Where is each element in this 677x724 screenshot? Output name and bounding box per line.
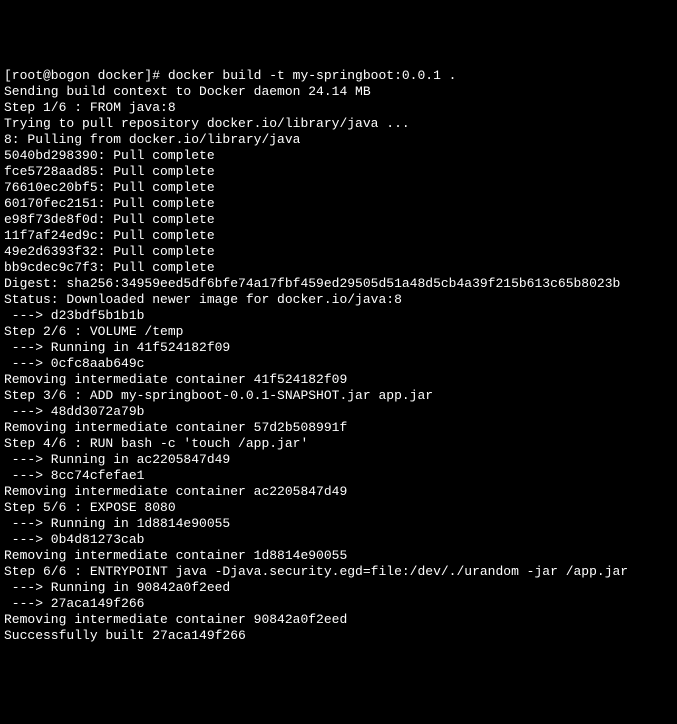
terminal-line: Removing intermediate container 1d8814e9… — [4, 548, 673, 564]
terminal-line: 8: Pulling from docker.io/library/java — [4, 132, 673, 148]
terminal-line: Trying to pull repository docker.io/libr… — [4, 116, 673, 132]
terminal-line: Sending build context to Docker daemon 2… — [4, 84, 673, 100]
terminal-line: Status: Downloaded newer image for docke… — [4, 292, 673, 308]
terminal-line: Removing intermediate container 90842a0f… — [4, 612, 673, 628]
terminal-line: ---> Running in ac2205847d49 — [4, 452, 673, 468]
terminal-line: ---> d23bdf5b1b1b — [4, 308, 673, 324]
terminal-line: 76610ec20bf5: Pull complete — [4, 180, 673, 196]
terminal-line: 49e2d6393f32: Pull complete — [4, 244, 673, 260]
terminal-line: fce5728aad85: Pull complete — [4, 164, 673, 180]
terminal-line: Digest: sha256:34959eed5df6bfe74a17fbf45… — [4, 276, 673, 292]
terminal-line: Successfully built 27aca149f266 — [4, 628, 673, 644]
terminal-line: ---> Running in 1d8814e90055 — [4, 516, 673, 532]
terminal-line: ---> 48dd3072a79b — [4, 404, 673, 420]
terminal-line: Removing intermediate container ac220584… — [4, 484, 673, 500]
terminal-line: [root@bogon docker]# docker build -t my-… — [4, 68, 673, 84]
terminal-line: Step 2/6 : VOLUME /temp — [4, 324, 673, 340]
terminal-line: Removing intermediate container 41f52418… — [4, 372, 673, 388]
terminal-line: 60170fec2151: Pull complete — [4, 196, 673, 212]
terminal-output: [root@bogon docker]# docker build -t my-… — [4, 68, 673, 644]
terminal-line: 5040bd298390: Pull complete — [4, 148, 673, 164]
terminal-line: ---> Running in 90842a0f2eed — [4, 580, 673, 596]
terminal-line: Step 1/6 : FROM java:8 — [4, 100, 673, 116]
terminal-line: ---> 0b4d81273cab — [4, 532, 673, 548]
terminal-line: Step 6/6 : ENTRYPOINT java -Djava.securi… — [4, 564, 673, 580]
terminal-line: 11f7af24ed9c: Pull complete — [4, 228, 673, 244]
terminal-line: Step 5/6 : EXPOSE 8080 — [4, 500, 673, 516]
terminal-line: Removing intermediate container 57d2b508… — [4, 420, 673, 436]
terminal-line: Step 4/6 : RUN bash -c 'touch /app.jar' — [4, 436, 673, 452]
terminal-line: ---> Running in 41f524182f09 — [4, 340, 673, 356]
terminal-line: ---> 0cfc8aab649c — [4, 356, 673, 372]
terminal-line: e98f73de8f0d: Pull complete — [4, 212, 673, 228]
terminal-line: ---> 27aca149f266 — [4, 596, 673, 612]
terminal-line: Step 3/6 : ADD my-springboot-0.0.1-SNAPS… — [4, 388, 673, 404]
terminal-line: bb9cdec9c7f3: Pull complete — [4, 260, 673, 276]
terminal-line: ---> 8cc74cfefae1 — [4, 468, 673, 484]
